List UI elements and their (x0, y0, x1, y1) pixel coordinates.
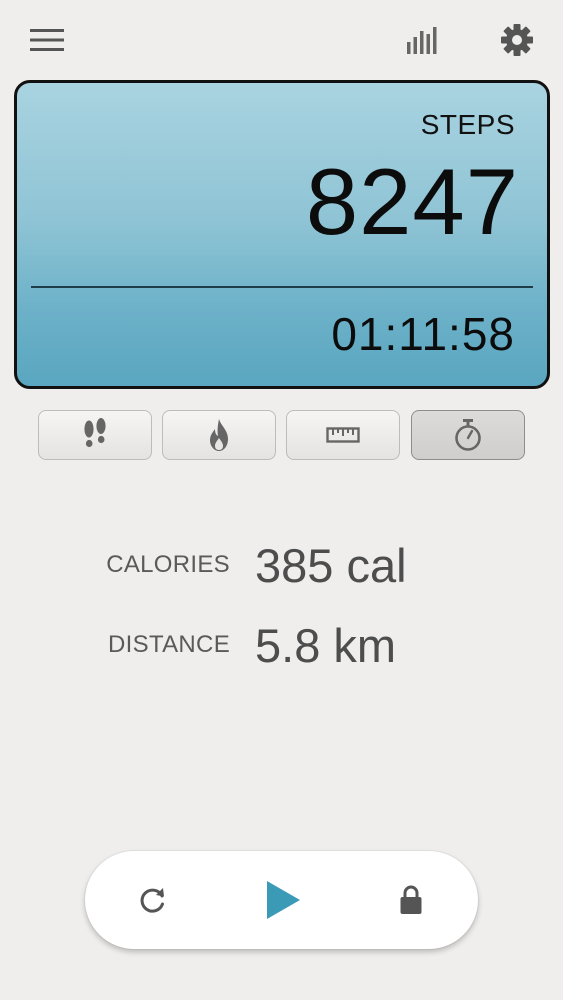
menu-button[interactable] (24, 20, 70, 60)
gear-icon (501, 24, 533, 56)
calories-row: CALORIES 385 cal (0, 534, 563, 594)
display-mode-selector (38, 410, 526, 460)
ruler-icon (326, 427, 360, 443)
play-icon (267, 881, 300, 919)
step-counter-display: STEPS 8247 01:11:58 (14, 80, 550, 389)
reset-button[interactable] (128, 875, 178, 925)
elapsed-time: 01:11:58 (331, 308, 515, 360)
settings-button[interactable] (494, 18, 540, 62)
calories-value: 385 cal (255, 539, 407, 592)
lock-button[interactable] (386, 875, 436, 925)
distance-value: 5.8 km (255, 619, 397, 672)
play-button[interactable] (258, 875, 308, 925)
mode-steps-button[interactable] (38, 410, 152, 460)
reset-icon (140, 888, 164, 913)
footprints-icon (84, 418, 106, 448)
distance-label: DISTANCE (108, 631, 230, 658)
stopwatch-icon (455, 419, 481, 451)
mode-timer-button[interactable] (411, 410, 525, 460)
playback-controls (85, 851, 478, 949)
mode-distance-button[interactable] (286, 410, 400, 460)
calories-label: CALORIES (106, 551, 230, 578)
step-count: 8247 (305, 149, 519, 254)
display-divider (31, 286, 533, 288)
distance-row: DISTANCE 5.8 km (0, 614, 563, 674)
flame-icon (210, 419, 228, 451)
bar-chart-icon (407, 27, 437, 54)
statistics-button[interactable] (400, 20, 446, 60)
top-bar (0, 0, 563, 80)
mode-calories-button[interactable] (162, 410, 276, 460)
pedometer-screen: STEPS 8247 01:11:58 CALORIES 385 cal DIS… (0, 0, 563, 1000)
steps-label: STEPS (420, 109, 515, 140)
lock-icon (400, 885, 422, 914)
menu-icon (30, 29, 64, 51)
